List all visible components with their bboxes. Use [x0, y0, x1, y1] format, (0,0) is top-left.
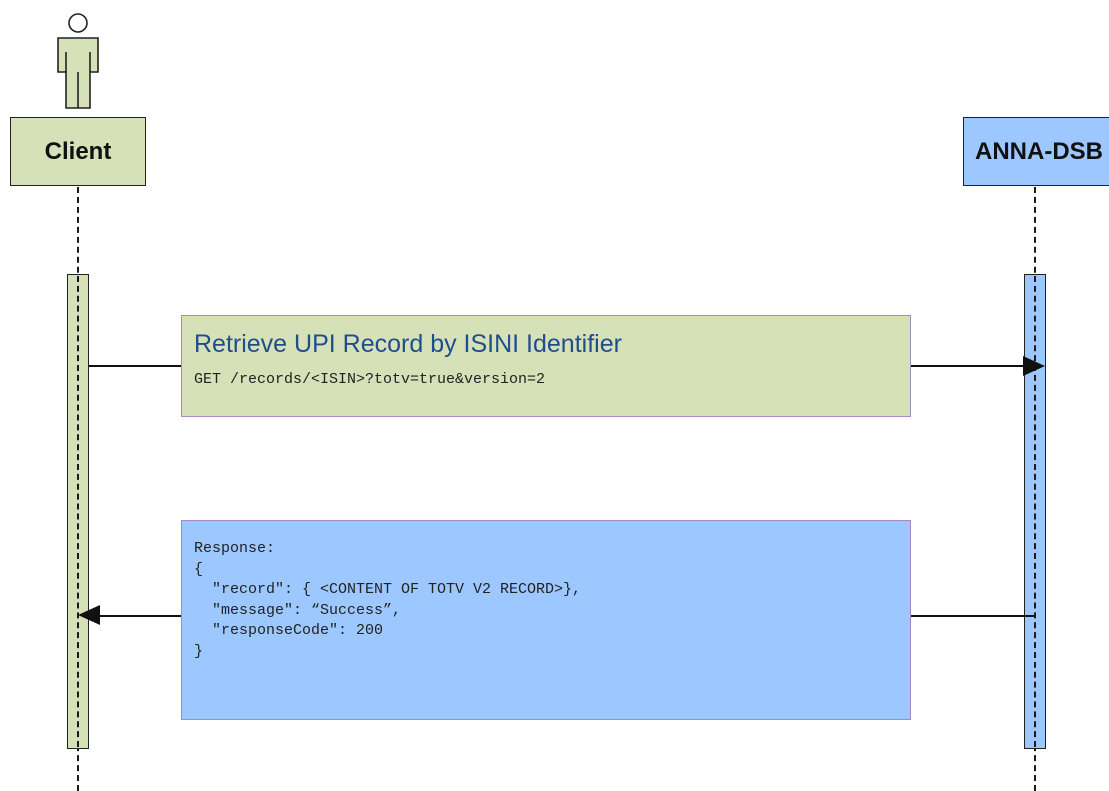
participant-anna-dsb-label: ANNA-DSB — [975, 137, 1103, 165]
request-endpoint: GET /records/<ISIN>?totv=true&version=2 — [194, 371, 546, 388]
request-title: Retrieve UPI Record by ISINI Identifier — [194, 330, 622, 358]
participant-client-label: Client — [44, 137, 112, 165]
response-line: "responseCode": 200 — [194, 622, 384, 639]
response-line: { — [194, 560, 204, 578]
response-message-line-right — [910, 615, 1034, 617]
actor-icon — [57, 13, 99, 109]
response-arrowhead-icon — [78, 605, 100, 625]
response-line: } — [194, 642, 204, 660]
response-line: Response: — [194, 540, 276, 557]
participant-client: Client — [10, 117, 146, 186]
request-message-line-left — [89, 365, 181, 367]
response-line: "message": “Success”, — [194, 601, 402, 619]
request-arrowhead-icon — [1023, 356, 1045, 376]
anna-dsb-lifeline-overlay — [1034, 276, 1036, 747]
response-message-line-left — [100, 615, 181, 617]
client-lifeline-overlay — [77, 276, 79, 747]
response-body: Response: { "record": { <CONTENT OF TOTV… — [194, 539, 581, 662]
response-line: "record": { <CONTENT OF TOTV V2 RECORD>}… — [194, 581, 582, 598]
request-message-line-right — [910, 365, 1025, 367]
response-note: Response: { "record": { <CONTENT OF TOTV… — [181, 520, 911, 720]
request-note: Retrieve UPI Record by ISINI Identifier … — [181, 315, 911, 417]
participant-anna-dsb: ANNA-DSB — [963, 117, 1109, 186]
